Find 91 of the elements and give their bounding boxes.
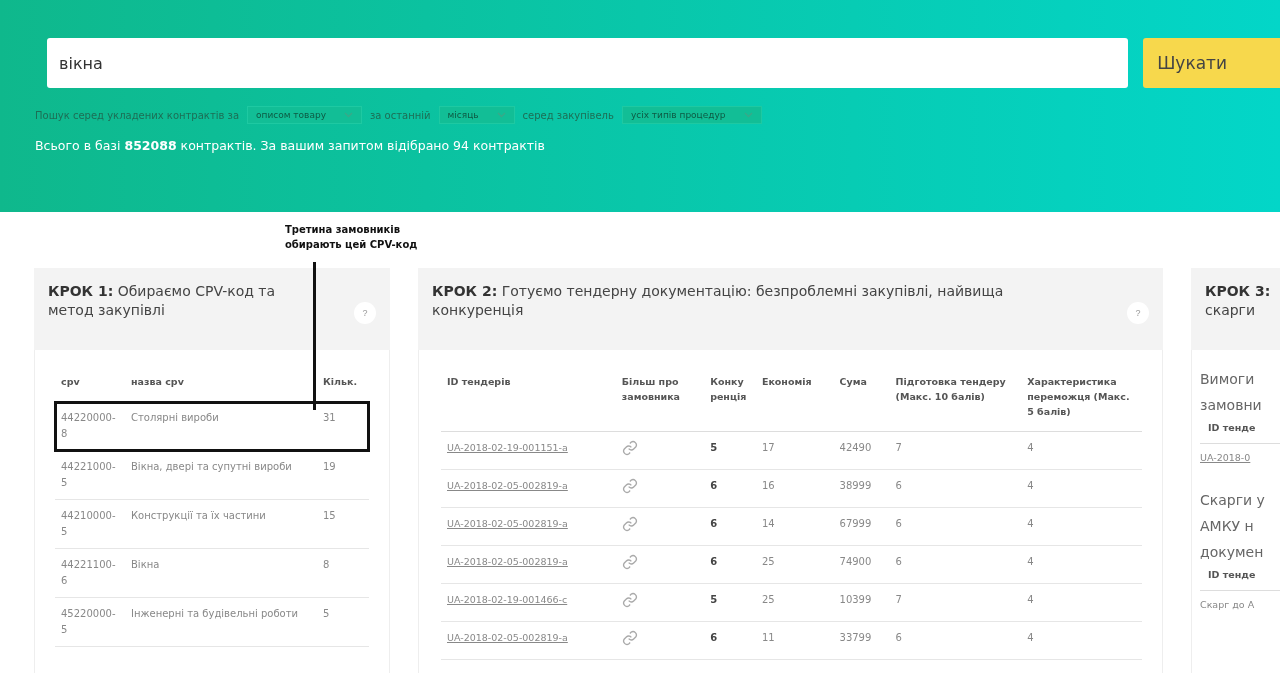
table-cell: 6	[704, 621, 756, 660]
table-cell: 44221000-5	[55, 450, 125, 500]
panel-title: КРОК 3:	[1205, 282, 1271, 301]
table-cell: 5	[704, 583, 756, 622]
table-cell: 25	[755, 545, 834, 584]
table-cell: 5	[317, 597, 369, 647]
table-cell: 67999	[833, 507, 890, 546]
table-cell: Столярні вироби	[125, 401, 317, 451]
table-cell: 25	[755, 583, 834, 622]
filter-dropdown[interactable]: місяць	[438, 106, 515, 124]
link-icon[interactable]	[621, 592, 638, 608]
table-cell: 38999	[833, 469, 890, 508]
table-cell: 10399	[833, 583, 890, 622]
table-cell: 4	[1021, 507, 1142, 546]
table-cell: 74900	[833, 545, 890, 584]
column-header: cpv	[55, 360, 125, 402]
table-cell: 31	[317, 401, 369, 451]
filter-dropdown[interactable]: описом товару	[247, 106, 362, 124]
column-header: Підготовка тендеру (Макс. 10 балів)	[889, 360, 1022, 432]
chevron-down-icon	[743, 112, 753, 118]
section-heading: Скарги у АМКУ н докумен	[1200, 491, 1266, 562]
table-cell: 6	[704, 545, 756, 584]
link-icon[interactable]	[621, 516, 638, 532]
table-cell: 6	[889, 545, 1022, 584]
tender-link[interactable]: UA-2018-02-05-002819-a	[447, 556, 568, 567]
table-cell: 7	[889, 583, 1022, 622]
column-header: Кільк.	[317, 360, 369, 402]
search-field[interactable]: вікна	[47, 38, 1129, 88]
table-cell: 6	[889, 621, 1022, 660]
table-cell: 44221100-6	[55, 548, 125, 598]
filter-label: серед закупівель	[522, 109, 614, 121]
table-cell: 4	[1021, 621, 1142, 660]
column-header: Характеристика переможця (Макс. 5 балів)	[1021, 360, 1142, 432]
section-heading: Вимоги замовни	[1200, 370, 1263, 415]
column-header: ID тенде	[1200, 418, 1280, 444]
link-icon[interactable]	[621, 630, 638, 646]
table-cell: 15	[317, 499, 369, 549]
table-cell: 4	[1021, 583, 1142, 622]
table-cell: 11	[755, 621, 834, 660]
table-cell: 4	[1021, 469, 1142, 508]
table-cell: 19	[317, 450, 369, 500]
table-cell: 44210000-5	[55, 499, 125, 549]
table-cell: Вікна, двері та супутні вироби	[125, 450, 317, 500]
column-header: Конкуренція	[704, 360, 756, 432]
table-cell: 14	[755, 507, 834, 546]
link-icon[interactable]	[621, 440, 638, 456]
column-header: ID тенде	[1200, 565, 1280, 591]
table-cell: 4	[1021, 545, 1142, 584]
tender-link[interactable]: UA-2018-0	[1200, 452, 1251, 463]
table-cell: 6	[704, 507, 756, 546]
table-cell-text: Скарг до А	[1200, 598, 1256, 610]
tender-link[interactable]: UA-2018-02-05-002819-a	[447, 518, 568, 529]
filter-label: Пошук серед укладених контрактів за	[35, 109, 239, 121]
table-cell: 44220000-8	[55, 401, 125, 451]
link-icon[interactable]	[621, 478, 638, 494]
column-header: Більш про замовника	[615, 360, 705, 432]
chevron-down-icon	[496, 112, 506, 118]
table-cell: 6	[704, 469, 756, 508]
link-icon[interactable]	[621, 554, 638, 570]
panel-title: скарги	[1205, 301, 1257, 320]
table-cell: 33799	[833, 621, 890, 660]
table-cell: Інженерні та будівельні роботи	[125, 597, 317, 647]
filter-label: за останній	[369, 109, 431, 121]
table-cell: 42490	[833, 431, 890, 470]
panel-title: КРОК 1: Обираємо CPV-код та метод закупівлі	[48, 282, 277, 320]
tender-link[interactable]: UA-2018-02-05-002819-a	[447, 480, 568, 491]
table-cell: 6	[889, 469, 1022, 508]
annotation-text: Третина замовників обирають цей CPV-код	[285, 223, 419, 252]
summary-text: Всього в базі 852088 контрактів. За вашим запитом відібрано 94 контрактів	[35, 138, 546, 153]
table-cell: 45220000-5	[55, 597, 125, 647]
table-cell: 8	[317, 548, 369, 598]
filter-dropdown[interactable]: усіх типів процедур	[621, 106, 762, 124]
panel-title: КРОК 2: Готуємо тендерну документацію: безпроблемні закупівлі, найвища конкуренція	[432, 282, 1005, 320]
search-button[interactable]: Шукати	[1143, 38, 1280, 88]
table-cell: Конструкції та їх частини	[125, 499, 317, 549]
table-cell: 7	[889, 431, 1022, 470]
column-header: ID тендерів	[441, 360, 616, 432]
tender-link[interactable]: UA-2018-02-05-002819-a	[447, 632, 568, 643]
help-button[interactable]: ?	[354, 302, 376, 324]
table-cell: 6	[889, 507, 1022, 546]
column-header: Сума	[833, 360, 890, 432]
table-cell: Вікна	[125, 548, 317, 598]
column-header: Економія	[755, 360, 834, 432]
chevron-down-icon	[343, 112, 353, 118]
table-cell: 5	[704, 431, 756, 470]
help-button[interactable]: ?	[1127, 302, 1149, 324]
table-cell: 4	[1021, 431, 1142, 470]
table-cell: 16	[755, 469, 834, 508]
tender-link[interactable]: UA-2018-02-19-001151-a	[447, 442, 568, 453]
tender-link[interactable]: UA-2018-02-19-001466-c	[447, 594, 568, 605]
table-cell: 17	[755, 431, 834, 470]
